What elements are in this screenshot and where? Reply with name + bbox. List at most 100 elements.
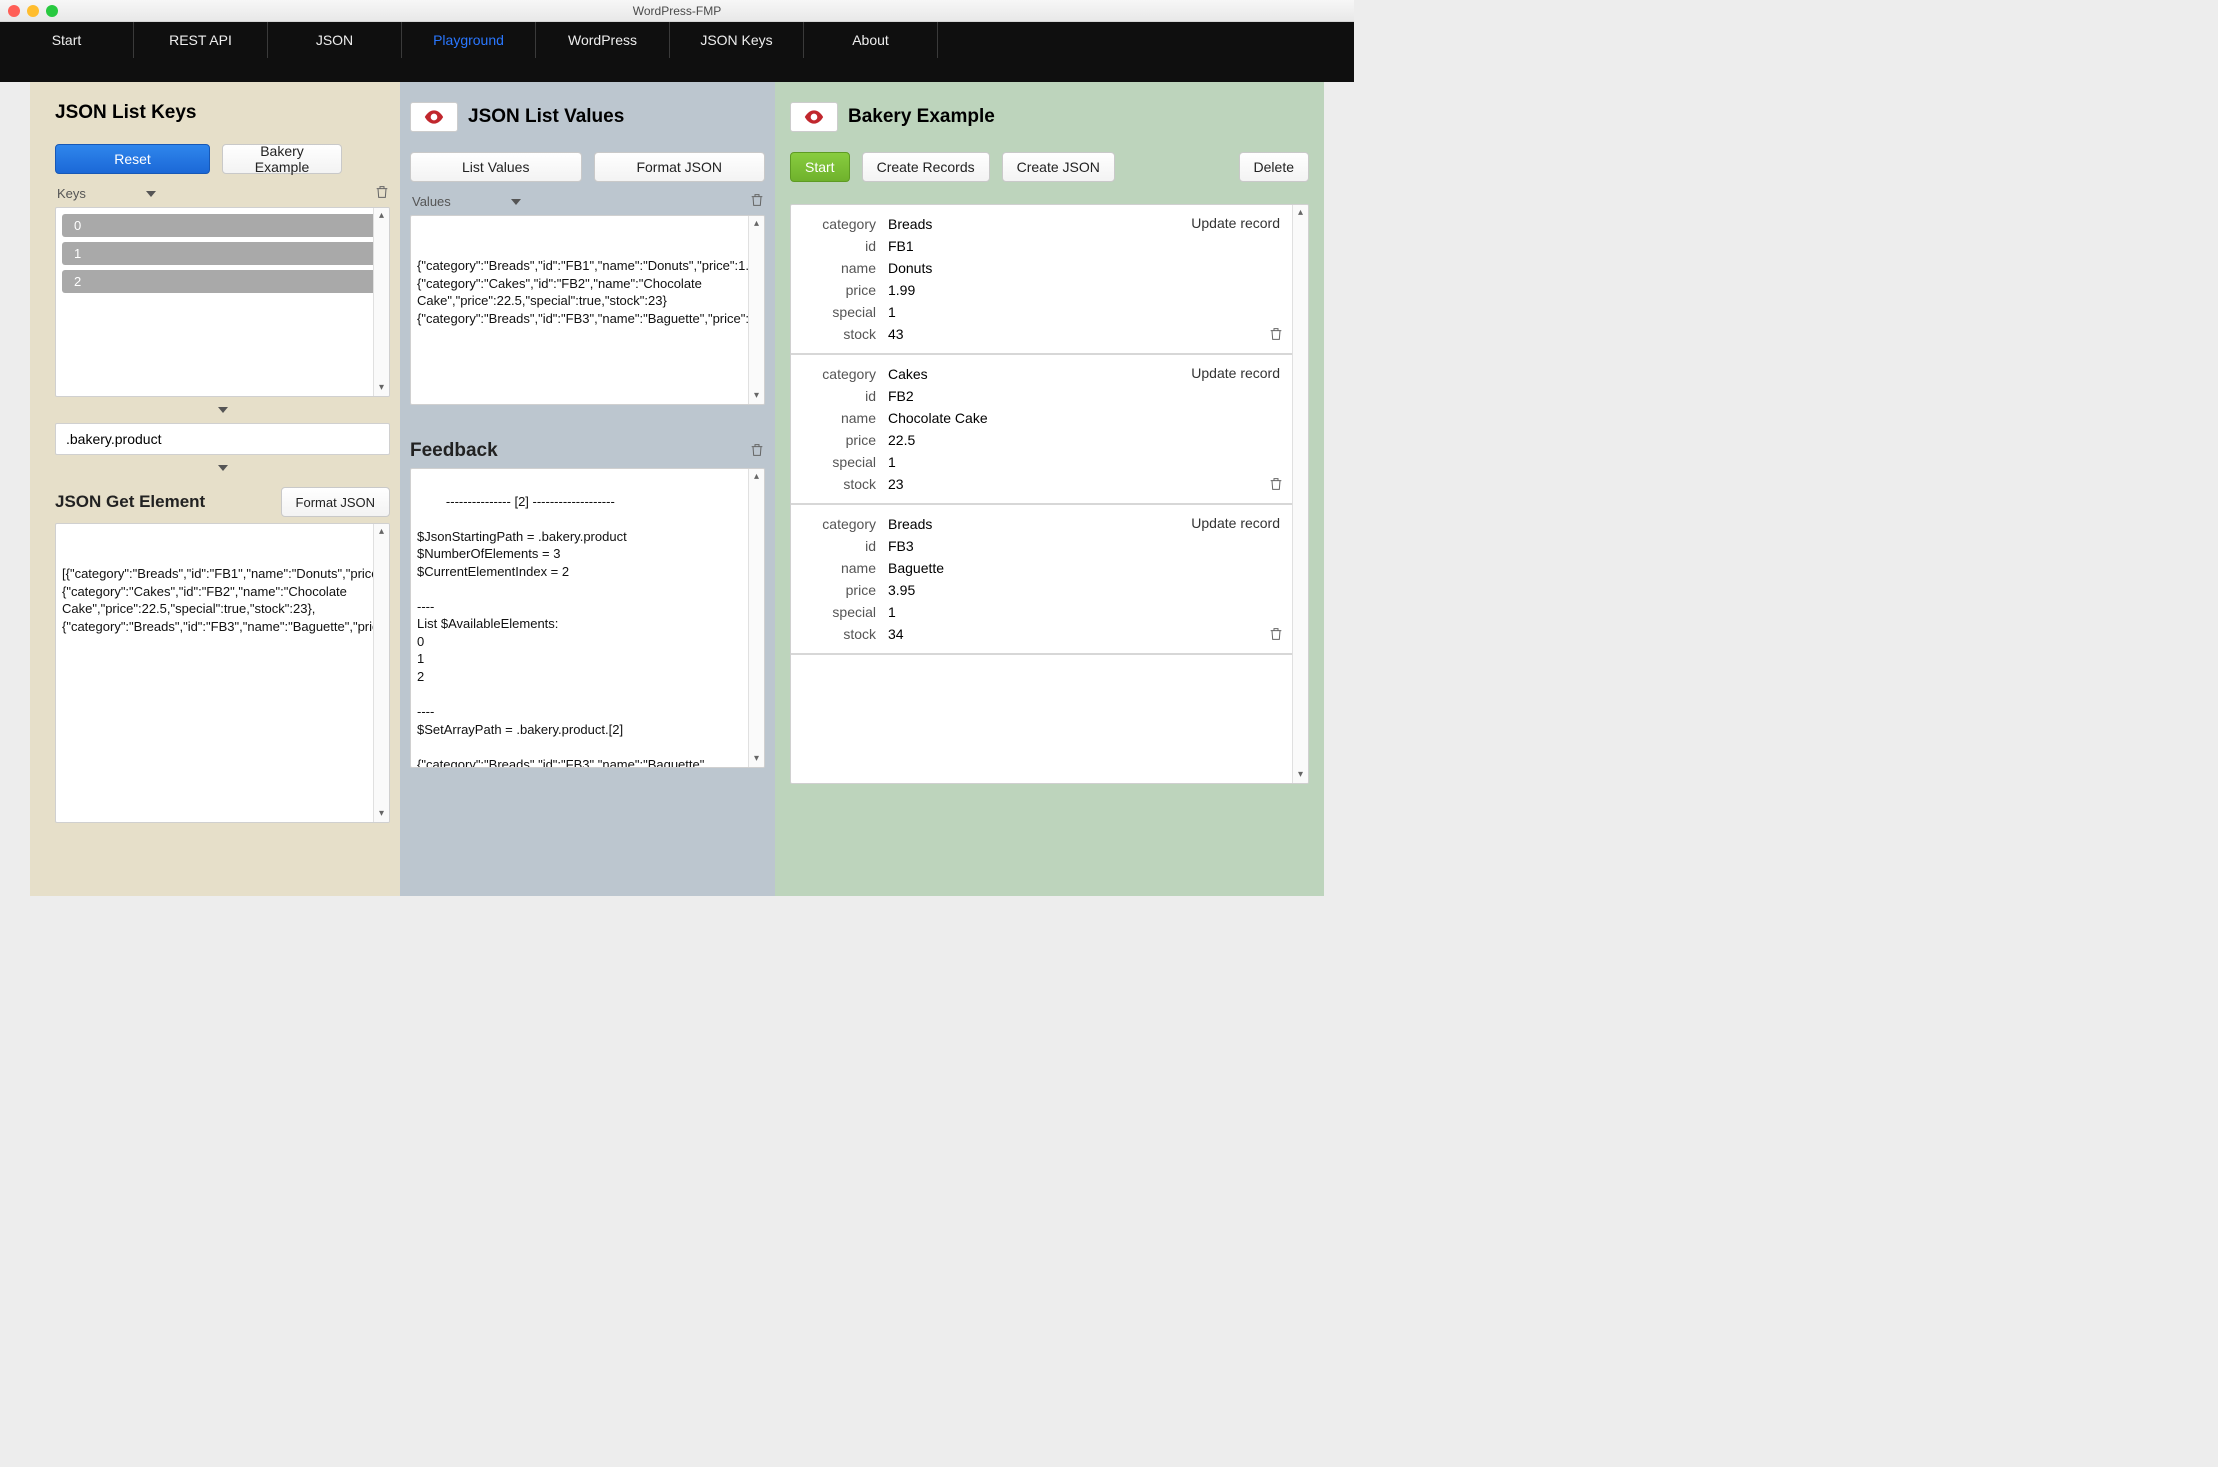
create-json-button[interactable]: Create JSON [1002, 152, 1115, 182]
scroll-down-icon[interactable]: ▾ [1298, 770, 1303, 780]
nav-tab-rest-api[interactable]: REST API [134, 22, 268, 58]
chevron-down-icon[interactable] [218, 407, 228, 413]
panel-json-list-values: JSON List Values List Values Format JSON… [400, 82, 775, 896]
close-window-button[interactable] [8, 5, 20, 17]
record-field-value: 34 [888, 626, 904, 642]
record-field-label: category [801, 216, 876, 232]
reset-button[interactable]: Reset [55, 144, 210, 174]
format-json-button[interactable]: Format JSON [594, 152, 766, 182]
nav-tab-start[interactable]: Start [0, 22, 134, 58]
chevron-down-icon[interactable] [511, 199, 521, 205]
record-field-label: category [801, 516, 876, 532]
scroll-down-icon[interactable]: ▾ [379, 809, 384, 819]
top-nav: Start REST API JSON Playground WordPress… [0, 22, 1354, 82]
record-field-value: 1 [888, 304, 896, 320]
json-path-input[interactable] [55, 423, 390, 455]
scroll-up-icon[interactable]: ▴ [379, 211, 384, 221]
get-element-output[interactable]: [{"category":"Breads","id":"FB1","name":… [55, 523, 390, 823]
record-field-label: price [801, 582, 876, 598]
heading-bakery-example: Bakery Example [848, 106, 995, 128]
scroll-down-icon[interactable]: ▾ [379, 383, 384, 393]
record-field-value: Cakes [888, 366, 928, 382]
keys-header: Keys [57, 184, 390, 203]
record-field-label: stock [801, 326, 876, 342]
trash-icon[interactable] [749, 192, 765, 211]
bakery-example-button[interactable]: Bakery Example [222, 144, 342, 174]
scroll-up-icon[interactable]: ▴ [1298, 208, 1303, 218]
window-controls [8, 5, 58, 17]
record-field-value: Donuts [888, 260, 932, 276]
window-title: WordPress-FMP [633, 4, 721, 18]
window-titlebar: WordPress-FMP [0, 0, 1354, 22]
record-field-label: stock [801, 626, 876, 642]
record-field-value: Baguette [888, 560, 944, 576]
heading-feedback: Feedback [410, 440, 498, 462]
scroll-down-icon[interactable]: ▾ [754, 391, 759, 401]
heading-json-get-element: JSON Get Element [55, 492, 205, 512]
eye-icon[interactable] [790, 102, 838, 132]
keys-listbox[interactable]: 0 1 2 ▴ ▾ [55, 207, 390, 397]
values-output[interactable]: {"category":"Breads","id":"FB1","name":"… [410, 215, 765, 405]
nav-tab-wordpress[interactable]: WordPress [536, 22, 670, 58]
scrollbar[interactable]: ▴ ▾ [748, 216, 764, 404]
record-field-value: Chocolate Cake [888, 410, 988, 426]
record-field-label: id [801, 238, 876, 254]
trash-icon[interactable] [749, 442, 765, 461]
record-field-label: price [801, 282, 876, 298]
nav-tab-json[interactable]: JSON [268, 22, 402, 58]
record-field-value: Breads [888, 216, 932, 232]
record-field-value: 1 [888, 454, 896, 470]
minimize-window-button[interactable] [27, 5, 39, 17]
nav-tab-json-keys[interactable]: JSON Keys [670, 22, 804, 58]
values-header: Values [412, 192, 765, 211]
chevron-down-icon[interactable] [146, 191, 156, 197]
trash-icon[interactable] [374, 184, 390, 203]
record-field-value: FB2 [888, 388, 914, 404]
chevron-down-icon[interactable] [218, 465, 228, 471]
record-field-label: special [801, 454, 876, 470]
start-button[interactable]: Start [790, 152, 850, 182]
nav-tab-about[interactable]: About [804, 22, 938, 58]
format-json-button[interactable]: Format JSON [281, 487, 390, 517]
key-item[interactable]: 0 [62, 214, 383, 237]
heading-json-list-keys: JSON List Keys [55, 102, 197, 124]
update-record-link[interactable]: Update record [1191, 215, 1280, 231]
create-records-button[interactable]: Create Records [862, 152, 990, 182]
record-field-label: category [801, 366, 876, 382]
record-field-value: 1 [888, 604, 896, 620]
eye-icon[interactable] [410, 102, 458, 132]
scrollbar[interactable]: ▴ ▾ [748, 469, 764, 767]
delete-button[interactable]: Delete [1239, 152, 1309, 182]
record-row: Update recordcategoryCakesidFB2nameChoco… [791, 355, 1308, 505]
update-record-link[interactable]: Update record [1191, 365, 1280, 381]
key-item[interactable]: 2 [62, 270, 383, 293]
record-field-value: FB1 [888, 238, 914, 254]
scroll-down-icon[interactable]: ▾ [754, 754, 759, 764]
trash-icon[interactable] [1268, 626, 1284, 645]
record-field-label: price [801, 432, 876, 448]
trash-icon[interactable] [1268, 326, 1284, 345]
record-row: Update recordcategoryBreadsidFB1nameDonu… [791, 205, 1308, 355]
list-values-button[interactable]: List Values [410, 152, 582, 182]
scroll-up-icon[interactable]: ▴ [379, 527, 384, 537]
scroll-up-icon[interactable]: ▴ [754, 219, 759, 229]
get-element-text: [{"category":"Breads","id":"FB1","name":… [62, 566, 390, 634]
update-record-link[interactable]: Update record [1191, 515, 1280, 531]
scroll-up-icon[interactable]: ▴ [754, 472, 759, 482]
panel-bakery-example: Bakery Example Start Create Records Crea… [775, 82, 1324, 896]
feedback-output[interactable]: --------------- [2] ------------------- … [410, 468, 765, 768]
nav-tab-playground[interactable]: Playground [402, 22, 536, 58]
scrollbar[interactable]: ▴ ▾ [1292, 205, 1308, 783]
record-field-value: 3.95 [888, 582, 915, 598]
record-field-value: 23 [888, 476, 904, 492]
zoom-window-button[interactable] [46, 5, 58, 17]
record-field-value: 1.99 [888, 282, 915, 298]
scrollbar[interactable]: ▴ ▾ [373, 524, 389, 822]
record-field-label: id [801, 538, 876, 554]
trash-icon[interactable] [1268, 476, 1284, 495]
key-item[interactable]: 1 [62, 242, 383, 265]
feedback-section: Feedback --------------- [2] -----------… [410, 440, 765, 768]
scrollbar[interactable]: ▴ ▾ [373, 208, 389, 396]
record-field-value: FB3 [888, 538, 914, 554]
record-field-label: special [801, 604, 876, 620]
